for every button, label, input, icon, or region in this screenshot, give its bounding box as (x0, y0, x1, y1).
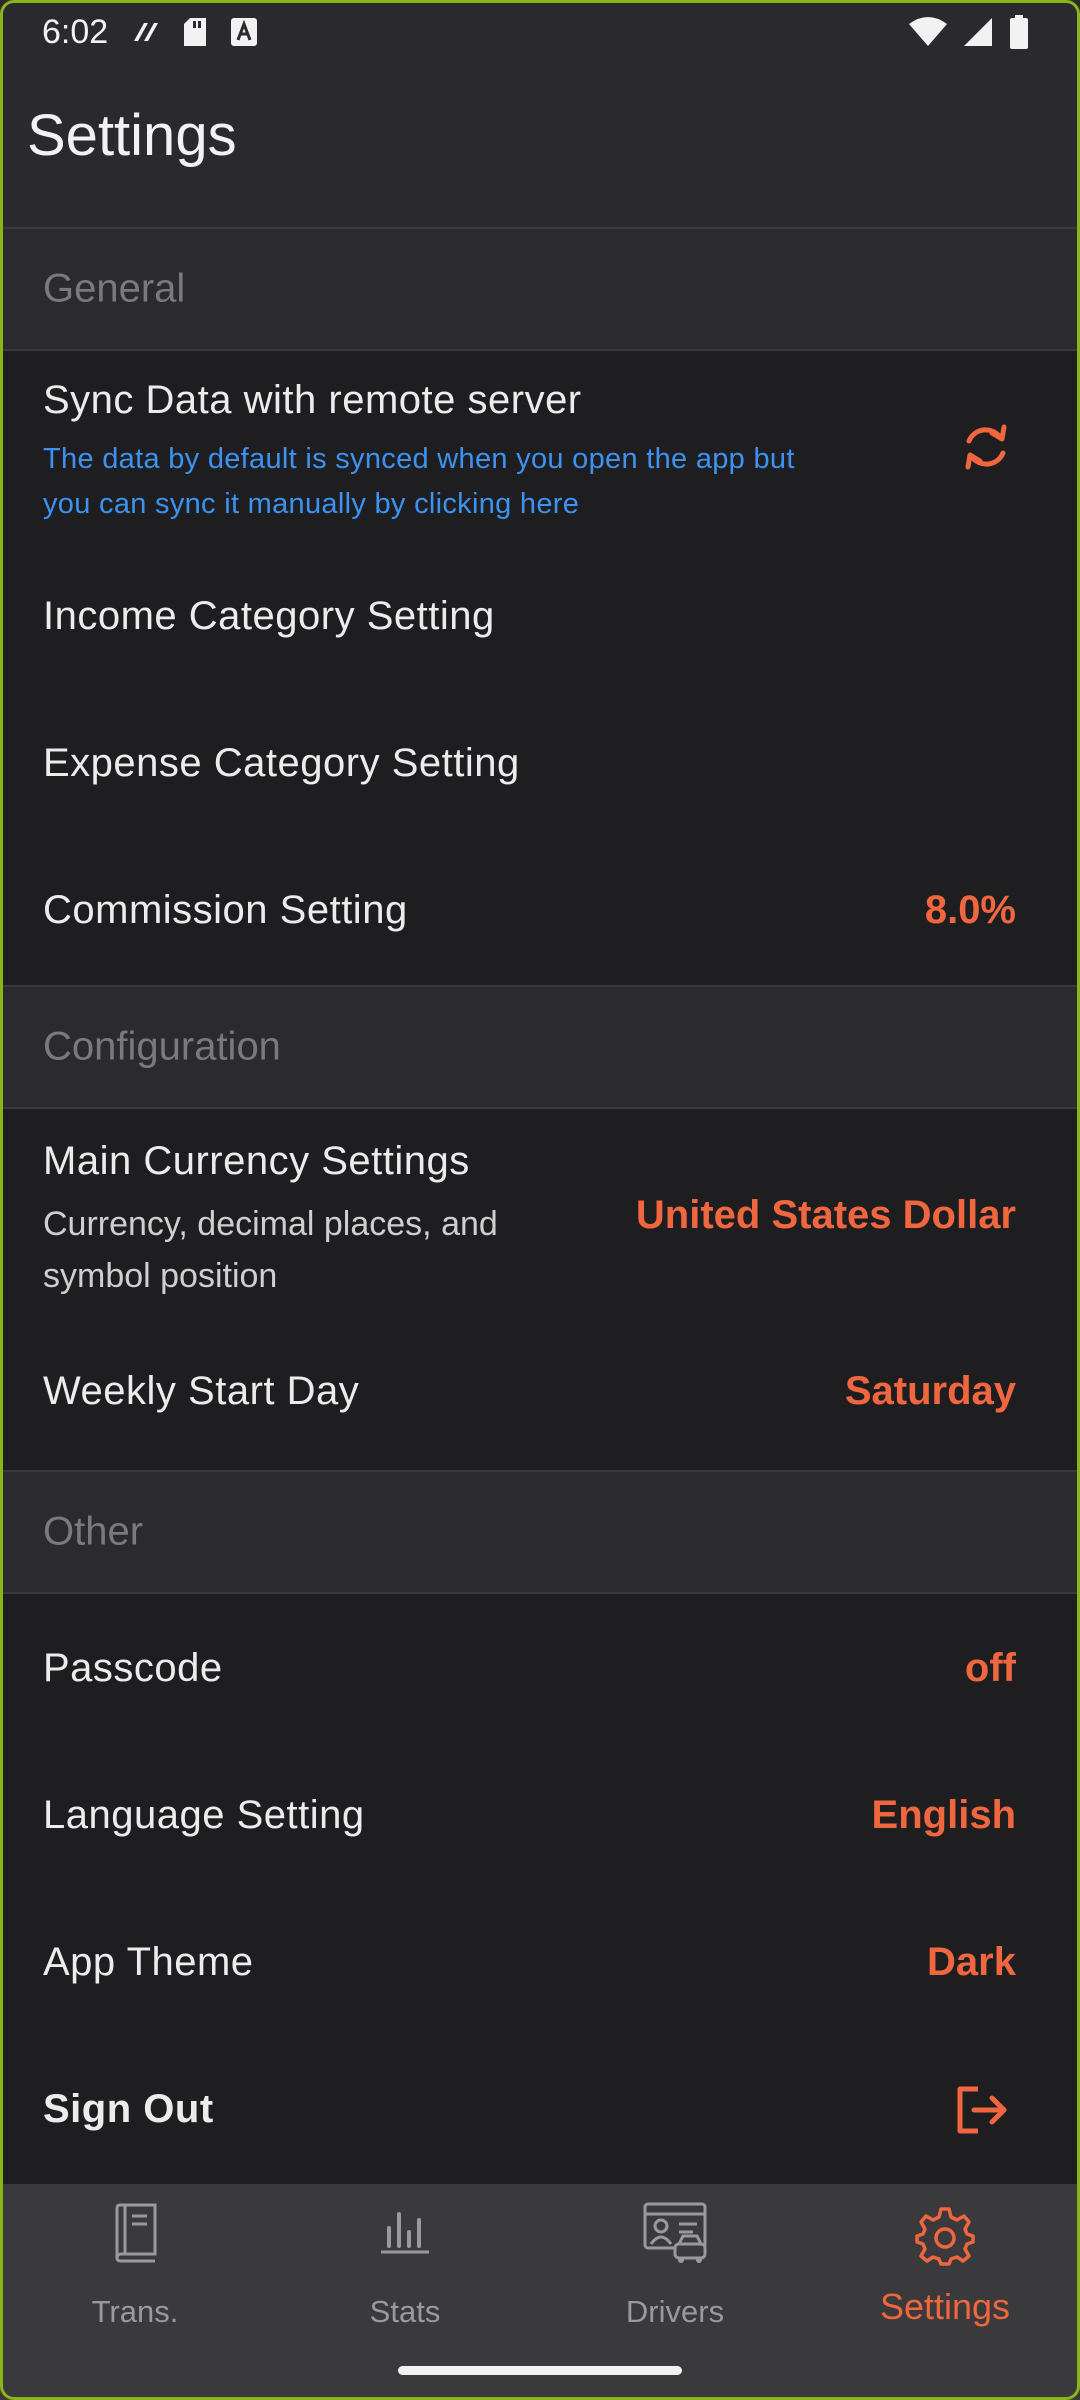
status-bar: 6:02 (0, 0, 1080, 64)
section-header-other: Other (0, 1470, 1080, 1594)
book-icon (115, 2203, 157, 2263)
language-label: Language Setting (43, 1793, 365, 1837)
main-currency-sub-line1: Currency, decimal places, and (43, 1205, 498, 1243)
section-title: General (43, 266, 186, 311)
commission-row[interactable]: Commission Setting 8.0% (0, 838, 1080, 985)
nav-item-transactions[interactable]: Trans. (0, 2184, 270, 2400)
sd-card-icon (184, 18, 207, 46)
passcode-row[interactable]: Passcode off (0, 1594, 1080, 1741)
bar-chart-icon (381, 2212, 429, 2254)
commission-label: Commission Setting (43, 888, 408, 932)
passcode-label: Passcode (43, 1646, 223, 1690)
weekly-start-day-label: Weekly Start Day (43, 1369, 360, 1413)
language-value: English (871, 1793, 1016, 1837)
status-time: 6:02 (42, 12, 109, 51)
logout-icon[interactable] (954, 2085, 1010, 2135)
nav-label-drivers: Drivers (625, 2294, 725, 2329)
language-row[interactable]: Language Setting English (0, 1741, 1080, 1888)
nav-label-settings: Settings (879, 2286, 1011, 2327)
page-title: Settings (27, 103, 237, 168)
home-indicator[interactable] (398, 2366, 682, 2375)
app-bar: Settings (0, 64, 1080, 244)
main-currency-sub-line2: symbol position (43, 1257, 278, 1295)
main-currency-row[interactable]: Main Currency Settings Currency, decimal… (0, 1109, 1080, 1321)
sign-out-label: Sign Out (43, 2087, 214, 2131)
weekly-start-day-value: Saturday (844, 1369, 1016, 1413)
sync-description-line2: you can sync it manually by clicking her… (43, 488, 580, 520)
battery-icon (1010, 15, 1028, 49)
wifi-icon (909, 17, 947, 46)
commission-value: 8.0% (924, 888, 1016, 932)
text-a-icon (231, 18, 258, 46)
weekly-start-day-row[interactable]: Weekly Start Day Saturday (0, 1321, 1080, 1468)
passcode-value: off (964, 1646, 1016, 1690)
income-category-label: Income Category Setting (43, 594, 495, 638)
gear-icon (915, 2207, 975, 2266)
nav-label-stats: Stats (369, 2294, 441, 2329)
carrier-icon (134, 23, 159, 41)
sync-data-row[interactable]: Sync Data with remote server The data by… (0, 351, 1080, 531)
app-theme-row[interactable]: App Theme Dark (0, 1888, 1080, 2035)
section-title: Other (43, 1509, 144, 1554)
section-header-general: General (0, 227, 1080, 351)
main-currency-label: Main Currency Settings (43, 1139, 470, 1183)
sync-icon[interactable] (960, 419, 1012, 475)
expense-category-label: Expense Category Setting (43, 741, 520, 785)
app-theme-value: Dark (927, 1940, 1016, 1984)
nav-item-settings[interactable]: Settings (810, 2184, 1080, 2400)
main-currency-value: United States Dollar (635, 1193, 1016, 1237)
section-header-configuration: Configuration (0, 985, 1080, 1109)
sync-description-line1: The data by default is synced when you o… (43, 443, 795, 475)
expense-category-row[interactable]: Expense Category Setting (0, 691, 1080, 838)
section-title: Configuration (43, 1024, 281, 1069)
nav-label-transactions: Trans. (91, 2294, 179, 2329)
sync-title: Sync Data with remote server (43, 378, 582, 422)
sign-out-row[interactable]: Sign Out (0, 2035, 1080, 2182)
income-category-row[interactable]: Income Category Setting (0, 544, 1080, 691)
app-theme-label: App Theme (43, 1940, 254, 1984)
cell-signal-icon (964, 18, 992, 46)
driver-card-icon (643, 2202, 707, 2263)
